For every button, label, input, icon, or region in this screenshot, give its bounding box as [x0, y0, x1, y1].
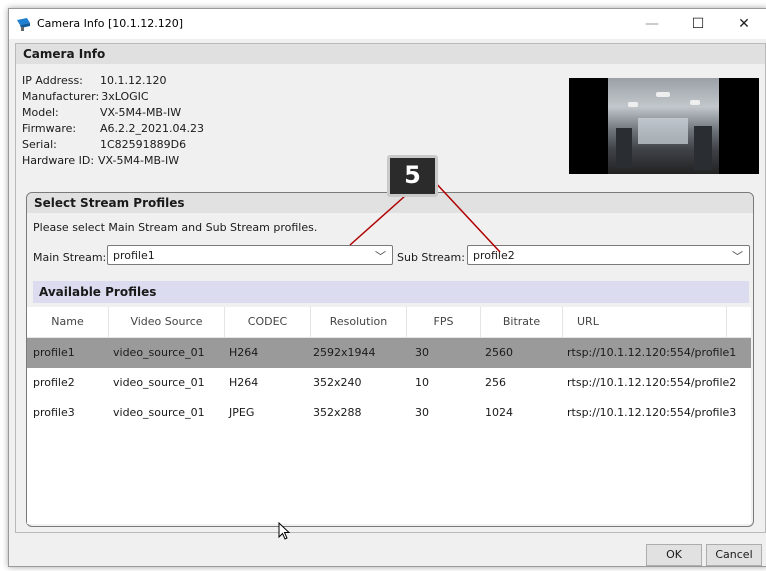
- mouse-pointer-icon: [278, 522, 291, 540]
- callout-lines: [349, 179, 501, 253]
- step-callout-badge: 5: [387, 155, 438, 197]
